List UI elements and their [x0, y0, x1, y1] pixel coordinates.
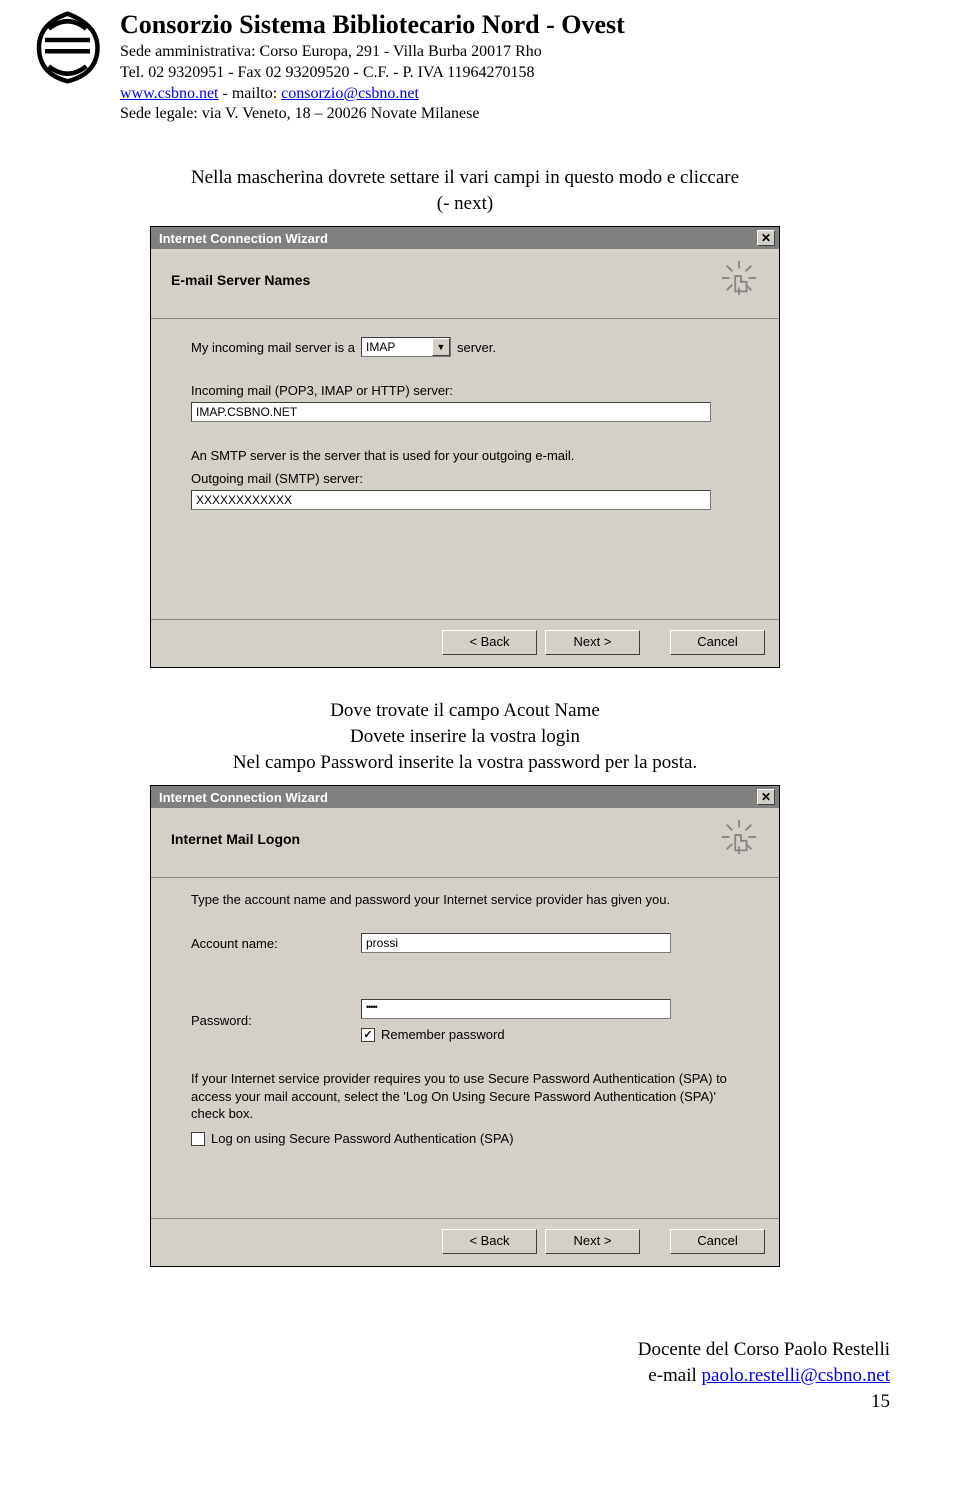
footer-author: Docente del Corso Paolo Restelli	[30, 1337, 890, 1363]
remember-password-checkbox[interactable]: ✓	[361, 1028, 375, 1042]
document-footer: Docente del Corso Paolo Restelli e-mail …	[30, 1337, 900, 1414]
org-tel: Tel. 02 9320951 - Fax 02 93209520 - C.F.…	[120, 63, 625, 84]
org-sede-legale: Sede legale: via V. Veneto, 18 – 20026 N…	[120, 104, 625, 125]
close-button[interactable]: ✕	[757, 230, 775, 246]
logon-instruction: Type the account name and password your …	[191, 892, 739, 907]
close-button[interactable]: ✕	[757, 789, 775, 805]
titlebar-text: Internet Connection Wizard	[159, 231, 328, 246]
incoming-type-label-pre: My incoming mail server is a	[191, 340, 355, 355]
titlebar-text: Internet Connection Wizard	[159, 790, 328, 805]
incoming-type-select[interactable]: IMAP ▼	[361, 337, 451, 357]
org-email-link[interactable]: consorzio@csbno.net	[281, 85, 419, 102]
org-address: Sede amministrativa: Corso Europa, 291 -…	[120, 42, 625, 63]
chevron-down-icon: ▼	[432, 338, 450, 356]
logo	[30, 10, 105, 85]
instruction-text-1: Nella mascherina dovrete settare il vari…	[30, 165, 900, 216]
cancel-button[interactable]: Cancel	[670, 630, 765, 655]
outgoing-server-label: Outgoing mail (SMTP) server:	[191, 471, 739, 486]
wizard-dialog-1: Internet Connection Wizard ✕ E-mail Serv…	[150, 226, 780, 668]
remember-password-label: Remember password	[381, 1027, 505, 1042]
document-header: Consorzio Sistema Bibliotecario Nord - O…	[30, 10, 900, 125]
wizard-dialog-2: Internet Connection Wizard ✕ Internet Ma…	[150, 785, 780, 1267]
spa-instruction: If your Internet service provider requir…	[191, 1070, 739, 1123]
page-number: 15	[30, 1389, 890, 1415]
account-name-input[interactable]: prossi	[361, 933, 671, 953]
wizard-icon	[719, 818, 759, 859]
wizard-icon	[719, 259, 759, 300]
dialog-heading: E-mail Server Names	[171, 272, 310, 288]
incoming-server-input[interactable]: IMAP.CSBNO.NET	[191, 402, 711, 422]
titlebar: Internet Connection Wizard ✕	[151, 227, 779, 249]
next-button[interactable]: Next >	[545, 630, 640, 655]
next-button[interactable]: Next >	[545, 1229, 640, 1254]
org-website-link[interactable]: www.csbno.net	[120, 85, 219, 102]
spa-checkbox-label: Log on using Secure Password Authenticat…	[211, 1131, 514, 1146]
incoming-type-label-post: server.	[457, 340, 496, 355]
account-name-label: Account name:	[191, 936, 361, 951]
password-input[interactable]: •••••	[361, 999, 671, 1019]
org-name: Consorzio Sistema Bibliotecario Nord - O…	[120, 10, 625, 40]
outgoing-server-input[interactable]: XXXXXXXXXXXX	[191, 490, 711, 510]
password-label: Password:	[191, 1013, 361, 1028]
back-button[interactable]: < Back	[442, 1229, 537, 1254]
dialog-heading: Internet Mail Logon	[171, 831, 300, 847]
cancel-button[interactable]: Cancel	[670, 1229, 765, 1254]
titlebar: Internet Connection Wizard ✕	[151, 786, 779, 808]
incoming-server-label: Incoming mail (POP3, IMAP or HTTP) serve…	[191, 383, 739, 398]
smtp-note: An SMTP server is the server that is use…	[191, 448, 739, 463]
back-button[interactable]: < Back	[442, 630, 537, 655]
footer-email-link[interactable]: paolo.restelli@csbno.net	[702, 1365, 890, 1386]
instruction-text-2: Dove trovate il campo Acout Name Dovete …	[30, 698, 900, 775]
spa-checkbox[interactable]	[191, 1132, 205, 1146]
org-links: www.csbno.net - mailto: consorzio@csbno.…	[120, 84, 625, 105]
